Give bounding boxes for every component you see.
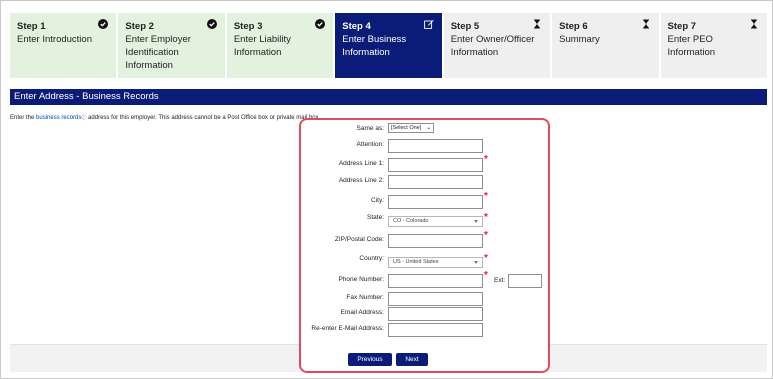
city-row: City: * — [300, 191, 550, 209]
step-4[interactable]: Step 4 Enter Business Information — [335, 13, 442, 78]
check-circle-icon — [206, 19, 217, 29]
state-select[interactable]: CO - Colorado — [388, 216, 483, 227]
zip-label: ZIP/Postal Code: — [334, 236, 384, 243]
same-as-row: Same as: [Select One] ⌄ — [300, 123, 550, 137]
previous-button[interactable]: Previous — [348, 353, 392, 366]
state-row: State: CO - Colorado * — [300, 212, 550, 230]
step-number: Step 7 — [667, 21, 697, 32]
state-label: State: — [367, 214, 384, 221]
instruction-before: Enter the — [10, 115, 37, 121]
reemail-input[interactable] — [388, 323, 483, 337]
step-name: Enter PEO Information — [667, 34, 716, 58]
email-label: Email Address: — [340, 309, 384, 316]
step-3[interactable]: Step 3 Enter Liability Information — [226, 13, 334, 78]
step-name: Enter Employer Identification Informatio… — [125, 34, 191, 71]
step-number: Step 1 — [17, 21, 46, 32]
progress-steps: Step 1 Enter Introduction Step 2 Enter E… — [10, 13, 767, 78]
same-as-value: [Select One] — [391, 125, 422, 131]
hourglass-icon — [534, 19, 541, 29]
ext-input[interactable] — [508, 274, 542, 288]
ext-label: Ext: — [494, 277, 506, 284]
edit-icon — [423, 20, 434, 29]
zip-input[interactable] — [388, 234, 483, 248]
address2-input[interactable] — [388, 175, 483, 189]
zip-row: ZIP/Postal Code: * — [300, 230, 550, 248]
step-number: Step 4 — [342, 21, 371, 32]
email-row: Email Address: — [300, 307, 550, 321]
required-marker: * — [484, 154, 488, 165]
step-name: Enter Liability Information — [233, 34, 291, 58]
step-number: Step 6 — [559, 21, 588, 32]
attention-input[interactable] — [388, 139, 483, 153]
address1-input[interactable] — [388, 158, 483, 172]
chevron-down-icon: ⌄ — [426, 125, 432, 131]
caret-down-icon — [474, 261, 478, 264]
fax-input[interactable] — [388, 292, 483, 306]
section-header: Enter Address - Business Records — [10, 89, 767, 105]
step-number: Step 5 — [450, 21, 480, 32]
hourglass-icon — [750, 19, 757, 29]
step-number: Step 2 — [125, 21, 154, 32]
address2-label: Address Line 2: — [338, 177, 384, 184]
step-name: Enter Introduction — [17, 34, 92, 45]
step-2[interactable]: Step 2 Enter Employer Identification Inf… — [118, 13, 225, 78]
country-row: Country: US - United States * — [300, 253, 550, 271]
step-name: Enter Owner/Officer Information — [450, 34, 535, 58]
required-marker: * — [484, 191, 488, 202]
city-label: City: — [371, 197, 384, 204]
hourglass-icon — [642, 19, 649, 29]
required-marker: * — [484, 230, 488, 241]
check-circle-icon — [315, 19, 326, 29]
country-select[interactable]: US - United States — [388, 257, 483, 268]
state-value: CO - Colorado — [393, 218, 429, 224]
country-label: Country: — [359, 255, 384, 262]
required-marker: * — [484, 212, 488, 223]
attention-row: Attention: — [300, 139, 550, 153]
attention-label: Attention: — [356, 141, 384, 148]
step-6[interactable]: Step 6 Summary — [552, 13, 659, 78]
fax-row: Fax Number: — [300, 292, 550, 306]
step-number: Step 3 — [233, 21, 263, 32]
phone-row: Phone Number: * Ext: — [300, 270, 550, 288]
step-7[interactable]: Step 7 Enter PEO Information — [660, 13, 767, 78]
required-marker: * — [484, 270, 488, 281]
instruction-text: Enter the business recordsⓘ address for … — [10, 114, 320, 121]
email-input[interactable] — [388, 307, 483, 321]
step-name: Enter Business Information — [342, 34, 407, 58]
address1-label: Address Line 1: — [338, 160, 384, 167]
required-marker: * — [484, 253, 488, 264]
reemail-label: Re-enter E-Mail Address: — [311, 325, 384, 332]
business-records-link[interactable]: business records — [36, 115, 81, 121]
step-1[interactable]: Step 1 Enter Introduction — [10, 13, 117, 78]
address2-row: Address Line 2: — [300, 175, 550, 189]
address1-row: Address Line 1: * — [300, 154, 550, 172]
fax-label: Fax Number: — [346, 294, 384, 301]
next-button[interactable]: Next — [396, 353, 428, 366]
phone-label: Phone Number: — [338, 276, 384, 283]
country-value: US - United States — [393, 259, 439, 265]
instruction-after: address for this employer. This address … — [86, 115, 321, 121]
same-as-select[interactable]: [Select One] ⌄ — [388, 123, 435, 133]
same-as-label: Same as: — [356, 125, 384, 132]
caret-down-icon — [474, 220, 478, 223]
city-input[interactable] — [388, 195, 483, 209]
phone-input[interactable] — [388, 274, 483, 288]
check-circle-icon — [98, 19, 109, 29]
step-5[interactable]: Step 5 Enter Owner/Officer Information — [443, 13, 551, 78]
reemail-row: Re-enter E-Mail Address: — [300, 323, 550, 337]
step-name: Summary — [559, 34, 600, 45]
